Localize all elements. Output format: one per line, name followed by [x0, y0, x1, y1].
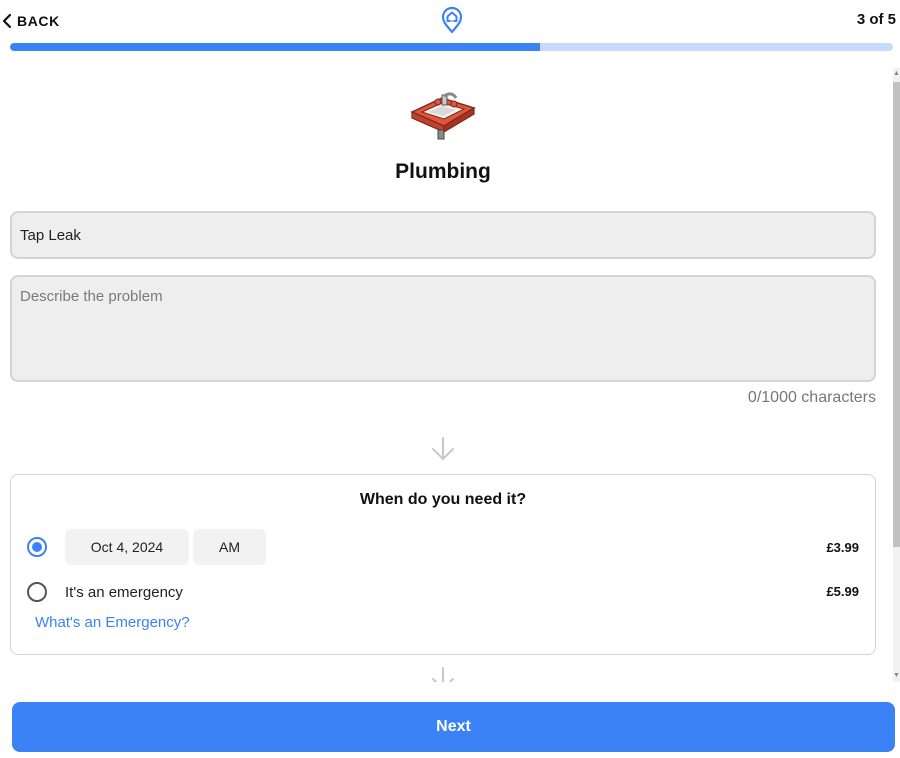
- emergency-info-link[interactable]: What's an Emergency?: [35, 614, 190, 631]
- time-period-button[interactable]: AM: [193, 529, 266, 565]
- arrow-down-icon: [432, 437, 454, 461]
- arrow-down-icon: [432, 667, 454, 682]
- date-picker-button[interactable]: Oct 4, 2024: [65, 529, 189, 565]
- emergency-price: £5.99: [826, 584, 859, 599]
- description-textarea[interactable]: [10, 275, 876, 382]
- back-label: BACK: [17, 13, 60, 29]
- character-counter: 0/1000 characters: [747, 389, 876, 406]
- schedule-heading: When do you need it?: [359, 491, 527, 508]
- home-pin-logo-icon: [441, 6, 463, 34]
- scroll-up-arrow-icon[interactable]: ▲: [893, 68, 900, 80]
- emergency-label: It's an emergency: [65, 584, 183, 601]
- sink-icon: [410, 92, 476, 140]
- chevron-left-icon: [2, 13, 12, 29]
- scheduled-price: £3.99: [826, 540, 859, 555]
- progress-fill: [10, 43, 540, 51]
- scheduled-radio[interactable]: [27, 537, 47, 557]
- form-scroll-area[interactable]: Plumbing 0/1000 characters When do you n…: [0, 68, 900, 682]
- scroll-down-arrow-icon[interactable]: ▼: [893, 670, 900, 682]
- job-title-input[interactable]: [10, 211, 876, 259]
- back-button[interactable]: BACK: [0, 11, 60, 31]
- category-title: Plumbing: [395, 160, 491, 183]
- schedule-card: When do you need it? Oct 4, 2024 AM £3.9…: [10, 474, 876, 655]
- next-button[interactable]: Next: [12, 702, 895, 752]
- emergency-radio[interactable]: [27, 582, 47, 602]
- scrollbar[interactable]: ▲ ▼: [893, 68, 900, 682]
- top-bar: BACK 3 of 5: [0, 0, 900, 42]
- step-indicator: 3 of 5: [856, 11, 896, 28]
- scroll-thumb[interactable]: [893, 82, 900, 547]
- progress-bar: [10, 43, 893, 51]
